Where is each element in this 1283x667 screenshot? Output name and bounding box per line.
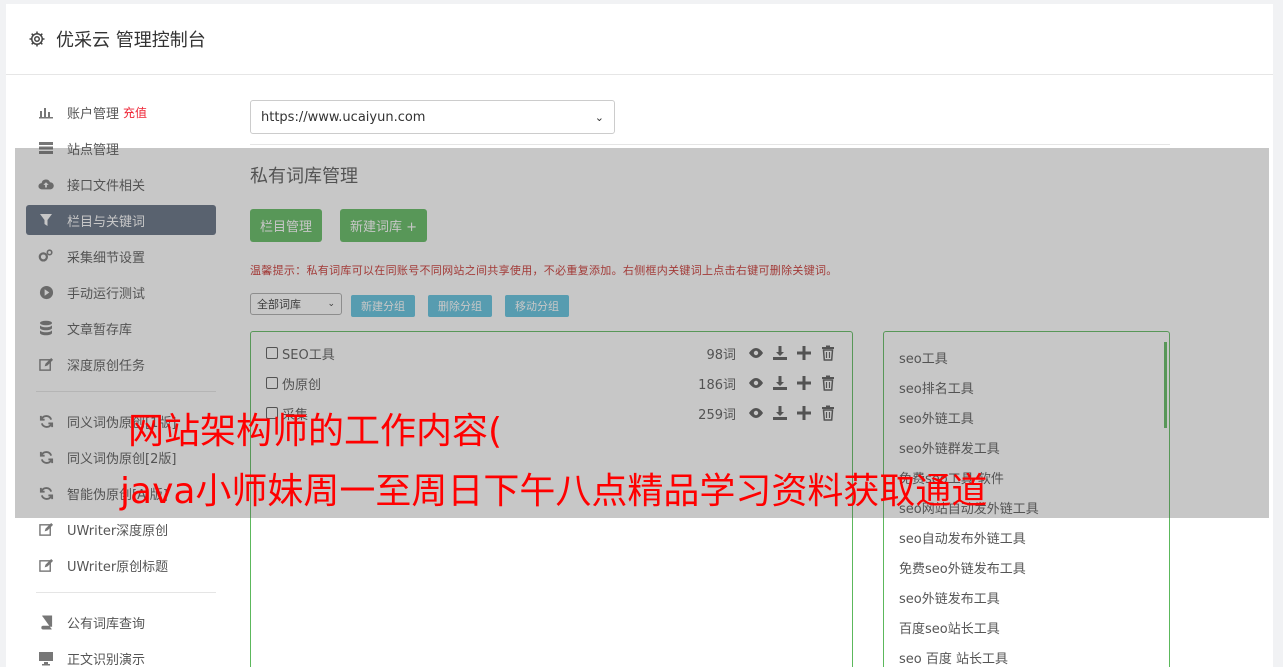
sidebar-item-label: 公有词库查询 <box>67 616 146 632</box>
keyword-item[interactable]: seo外链发布工具 <box>899 588 1000 607</box>
overlay-band <box>15 148 1269 518</box>
chevron-down-icon: ⌄ <box>594 110 604 124</box>
keyword-item[interactable]: seo自动发布外链工具 <box>899 528 1026 547</box>
sidebar-item-label: 账户管理 <box>67 106 120 122</box>
site-select-value: https://www.ucaiyun.com <box>261 109 426 125</box>
recharge-link[interactable]: 充值 <box>123 104 147 121</box>
divider <box>250 144 1170 145</box>
edit-icon <box>38 557 54 573</box>
sidebar-item-account[interactable]: 账户管理 充值 <box>26 97 216 127</box>
top-bar: 优采云 管理控制台 <box>6 4 1273 75</box>
app-title: 优采云 管理控制台 <box>56 30 206 51</box>
bar-chart-icon <box>38 104 54 120</box>
edit-icon <box>38 521 54 537</box>
monitor-icon <box>38 650 54 666</box>
overlay-caption-line1: 网站架构师的工作内容( <box>128 411 503 452</box>
sidebar-item-public-lib[interactable]: 公有词库查询 <box>26 607 216 637</box>
sidebar-item-label: UWriter深度原创 <box>67 523 169 539</box>
site-select[interactable]: https://www.ucaiyun.com ⌄ <box>250 100 615 134</box>
book-icon <box>38 614 54 630</box>
keyword-item[interactable]: seo 百度 站长工具 <box>899 648 1008 667</box>
keyword-item[interactable]: 免费seo外链发布工具 <box>899 558 1026 577</box>
overlay-caption-line2: java小师妹周一至周日下午八点精品学习资料获取通道 <box>120 471 988 512</box>
sidebar-item-label: 正文识别演示 <box>67 652 146 667</box>
gear-icon[interactable] <box>28 30 46 48</box>
sidebar-item-uwriter-deep[interactable]: UWriter深度原创 <box>26 514 216 544</box>
sidebar-item-label: UWriter原创标题 <box>67 559 169 575</box>
sidebar-item-text-recognition[interactable]: 正文识别演示 <box>26 643 216 667</box>
keyword-item[interactable]: 百度seo站长工具 <box>899 618 1000 637</box>
sidebar-item-uwriter-title[interactable]: UWriter原创标题 <box>26 550 216 580</box>
sidebar-divider <box>36 592 216 593</box>
